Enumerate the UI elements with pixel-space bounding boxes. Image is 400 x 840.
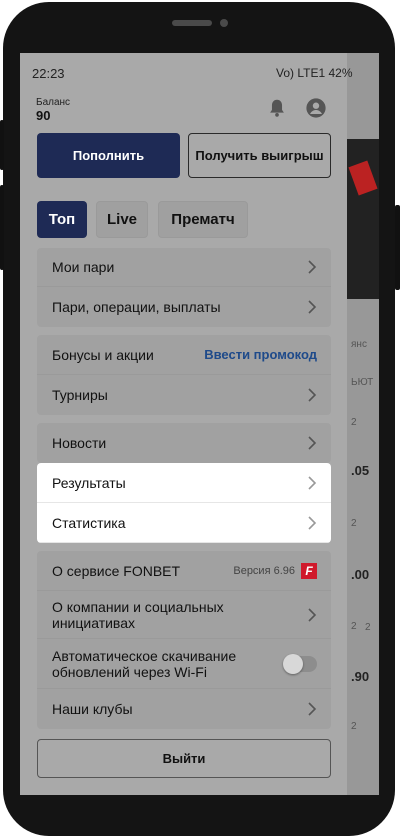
chevron-right-icon [308, 515, 317, 530]
status-time: 22:23 [32, 66, 65, 81]
menu-item-statistics[interactable]: Статистика [37, 503, 331, 543]
chevron-right-icon [308, 475, 317, 490]
deposit-button[interactable]: Пополнить [37, 133, 180, 178]
bg-odds: .90 [351, 669, 370, 684]
menu-group-about: О сервисе FONBET Версия 6.96 F О компани… [37, 551, 331, 729]
bell-icon[interactable] [266, 97, 288, 119]
menu-item-label: Турниры [52, 387, 108, 403]
withdraw-button[interactable]: Получить выигрыш [188, 133, 331, 178]
tab-live[interactable]: Live [96, 201, 148, 238]
phone-frame: янс ЬЮТ 2 .05 2 .00 2 2 .90 2 22:23 Vo) … [0, 0, 400, 840]
menu-item-bonuses[interactable]: Бонусы и акции Ввести промокод [37, 335, 331, 375]
status-icons: Vo) LTE1 42% [276, 66, 353, 80]
toggle-knob [283, 653, 303, 674]
menu-item-label: Автоматическое скачивание обновлений чер… [52, 647, 237, 680]
balance-label: Баланс [36, 97, 71, 108]
chevron-right-icon [308, 300, 317, 314]
version-label: Версия 6.96 [233, 564, 295, 577]
menu-item-about[interactable]: О сервисе FONBET Версия 6.96 F [37, 551, 331, 591]
bg-label: 2 [365, 622, 371, 633]
fonbet-logo-icon: F [301, 562, 317, 579]
tab-top[interactable]: Топ [37, 201, 87, 238]
menu-group-bonuses: Бонусы и акции Ввести промокод Турниры [37, 335, 331, 415]
menu-item-label: Статистика [52, 514, 126, 531]
chevron-right-icon [308, 607, 317, 622]
bg-odds: .00 [351, 567, 370, 582]
menu-item-label: Мои пари [52, 259, 115, 275]
menu-item-results[interactable]: Результаты [37, 463, 331, 503]
menu-item-clubs[interactable]: Наши клубы [37, 689, 331, 729]
promo-code-link[interactable]: Ввести промокод [204, 347, 317, 362]
menu-group-results: Результаты Статистика [37, 463, 331, 543]
side-menu-panel: 22:23 Vo) LTE1 42% Баланс 90 Пополнить П… [20, 53, 353, 795]
menu-item-label: О компании и социальных инициативах [52, 598, 224, 631]
balance-value: 90 [36, 108, 51, 123]
menu-item-label: Новости [52, 435, 107, 451]
background-banner [347, 139, 379, 299]
chevron-right-icon [308, 388, 317, 402]
background-app: янс ЬЮТ 2 .05 2 .00 2 2 .90 2 [347, 53, 379, 795]
menu-item-label: Бонусы и акции [52, 346, 154, 363]
bg-label: 2 [351, 417, 357, 428]
speaker [172, 20, 212, 26]
menu-item-label: Пари, операции, выплаты [52, 299, 221, 315]
logout-button[interactable]: Выйти [37, 739, 331, 778]
volume-button [0, 120, 4, 170]
menu-group-news: Новости [37, 423, 331, 463]
menu-item-label: О сервисе FONBET [52, 562, 181, 579]
tab-prematch[interactable]: Прематч [158, 201, 248, 238]
chevron-right-icon [308, 436, 317, 450]
menu-group-bets: Мои пари Пари, операции, выплаты [37, 248, 331, 327]
menu-item-operations[interactable]: Пари, операции, выплаты [37, 287, 331, 327]
menu-item-company[interactable]: О компании и социальных инициативах [37, 591, 331, 639]
menu-item-my-bets[interactable]: Мои пари [37, 248, 331, 287]
menu-item-label: Наши клубы [52, 701, 133, 717]
chevron-right-icon [308, 260, 317, 274]
profile-icon[interactable] [305, 97, 327, 119]
menu-item-label: Результаты [52, 474, 126, 491]
bg-label: ЬЮТ [351, 377, 374, 388]
menu-item-news[interactable]: Новости [37, 423, 331, 463]
bg-label: 2 [351, 621, 357, 632]
side-button [0, 185, 4, 270]
chevron-right-icon [308, 702, 317, 716]
screen: янс ЬЮТ 2 .05 2 .00 2 2 .90 2 22:23 Vo) … [20, 53, 379, 795]
menu-item-autoupdate[interactable]: Автоматическое скачивание обновлений чер… [37, 639, 331, 689]
front-camera [220, 19, 228, 27]
status-bar: 22:23 Vo) LTE1 42% [20, 53, 353, 93]
bg-label: 2 [351, 721, 357, 732]
bg-label: янс [351, 339, 367, 350]
autoupdate-toggle[interactable] [283, 653, 317, 674]
bg-label: 2 [351, 518, 357, 529]
bg-odds: .05 [351, 463, 370, 478]
power-button [395, 205, 400, 290]
menu-item-tournaments[interactable]: Турниры [37, 375, 331, 415]
